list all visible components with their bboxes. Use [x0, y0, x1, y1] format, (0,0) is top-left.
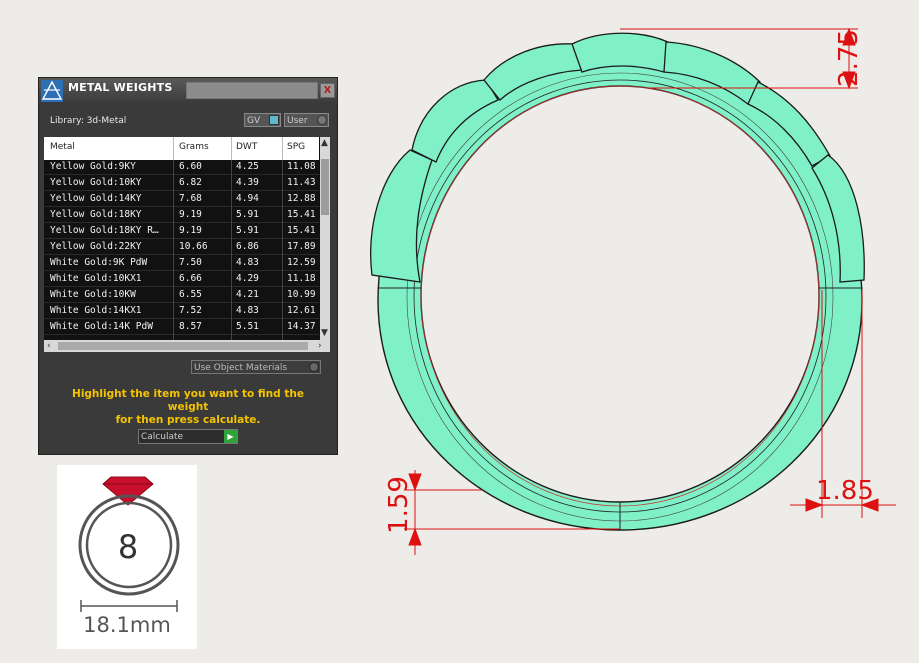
- cell-spg: 12.88: [287, 193, 316, 204]
- cell-dwt: 5.91: [236, 209, 259, 220]
- panel-title: METAL WEIGHTS: [68, 81, 173, 94]
- close-button[interactable]: X: [320, 83, 335, 98]
- cell-metal: Yellow Gold:10KY: [50, 177, 142, 188]
- calculate-field[interactable]: Calculate ▶: [138, 429, 238, 444]
- panel-title-bar[interactable]: METAL WEIGHTS X: [39, 78, 337, 102]
- cell-grams: 6.55: [179, 289, 202, 300]
- cell-spg: 11.43: [287, 177, 316, 188]
- metal-table: Metal Grams DWT SPG Yellow Gold:9KY 6.60 4…: [44, 137, 330, 340]
- table-horizontal-scrollbar[interactable]: ‹ ›: [44, 340, 330, 352]
- cell-dwt: 4.83: [236, 305, 259, 316]
- cell-spg: 14.37: [287, 321, 316, 332]
- cell-spg: 11.08: [287, 161, 316, 172]
- cell-dwt: 4.25: [236, 161, 259, 172]
- cell-dwt: 4.94: [236, 193, 259, 204]
- scroll-left-icon[interactable]: ‹: [47, 340, 51, 352]
- calculate-label: Calculate: [141, 432, 184, 442]
- cell-spg: 15.41: [287, 209, 316, 220]
- ring-size-card: 8 18.1mm: [57, 465, 197, 649]
- scroll-up-icon[interactable]: ▲: [321, 137, 328, 149]
- cell-dwt: 6.86: [236, 241, 259, 252]
- table-row[interactable]: Yellow Gold:9KY 6.60 4.25 11.08: [44, 160, 319, 175]
- instruction-line-2: for then press calculate.: [115, 414, 261, 426]
- cell-dwt: 5.91: [236, 225, 259, 236]
- cell-grams: 7.52: [179, 305, 202, 316]
- cell-metal: Yellow Gold:9KY: [50, 161, 136, 172]
- cell-grams: 7.50: [179, 257, 202, 268]
- gv-toggle[interactable]: GV: [244, 113, 281, 127]
- cell-dwt: 4.21: [236, 289, 259, 300]
- cell-metal: Yellow Gold:18KY R…: [50, 225, 159, 236]
- toggle-on-icon: [269, 115, 279, 125]
- table-row[interactable]: White Gold:14KX1 7.52 4.83 12.61: [44, 304, 319, 319]
- cell-dwt: 4.83: [236, 257, 259, 268]
- cell-metal: White Gold:14KX1: [50, 305, 142, 316]
- cell-grams: 6.82: [179, 177, 202, 188]
- cell-metal: White Gold:14K PdW: [50, 321, 153, 332]
- scroll-down-icon[interactable]: ▼: [321, 327, 328, 339]
- cell-spg: 10.99: [287, 289, 316, 300]
- cell-spg: 17.89: [287, 241, 316, 252]
- calculate-play-icon[interactable]: ▶: [224, 430, 237, 443]
- cell-grams: 8.57: [179, 321, 202, 332]
- toggle-off-icon: [317, 115, 327, 125]
- table-vertical-scrollbar[interactable]: ▲ ▼: [320, 137, 330, 340]
- metal-weights-logo-icon: [41, 80, 63, 102]
- cell-metal: Yellow Gold:22KY: [50, 241, 142, 252]
- table-header: Metal Grams DWT SPG: [44, 137, 319, 160]
- use-object-materials-toggle[interactable]: Use Object Materials: [191, 360, 321, 374]
- cell-grams: 10.66: [179, 241, 208, 252]
- instruction-text: Highlight the item you want to find the …: [53, 388, 323, 427]
- dimension-top-height: 2.75: [834, 29, 864, 87]
- use-object-materials-label: Use Object Materials: [194, 363, 288, 373]
- cell-dwt: 4.29: [236, 273, 259, 284]
- cell-metal: Yellow Gold:18KY: [50, 209, 142, 220]
- instruction-line-1: Highlight the item you want to find the …: [72, 388, 304, 413]
- cell-metal: White Gold:10KX1: [50, 273, 142, 284]
- table-body: Yellow Gold:9KY 6.60 4.25 11.08 Yellow Gold…: [44, 160, 319, 340]
- cell-dwt: 5.51: [236, 321, 259, 332]
- library-label: Library: 3d-Metal: [50, 116, 127, 126]
- cell-grams: 9.19: [179, 225, 202, 236]
- dimension-bottom-height: 1.59: [384, 476, 414, 534]
- table-row[interactable]: Yellow Gold:18KY 9.19 5.91 15.41: [44, 208, 319, 223]
- horizontal-scroll-thumb[interactable]: [58, 342, 308, 350]
- cell-grams: 6.60: [179, 161, 202, 172]
- cell-metal: Yellow Gold:14KY: [50, 193, 142, 204]
- title-drag-area[interactable]: [186, 82, 318, 99]
- cell-dwt: 4.39: [236, 177, 259, 188]
- table-row[interactable]: Yellow Gold:10KY 6.82 4.39 11.43: [44, 176, 319, 191]
- column-header-dwt[interactable]: DWT: [236, 142, 257, 152]
- toggle-off-icon: [309, 362, 319, 372]
- metal-weights-panel: METAL WEIGHTS X Library: 3d-Metal GV Use…: [38, 77, 338, 455]
- cell-spg: 12.61: [287, 305, 316, 316]
- user-toggle[interactable]: User: [284, 113, 329, 127]
- scroll-right-icon[interactable]: ›: [318, 340, 322, 352]
- cell-grams: 9.19: [179, 209, 202, 220]
- cell-grams: 7.68: [179, 193, 202, 204]
- table-row[interactable]: Yellow Gold:18KY R… 9.19 5.91 15.41: [44, 224, 319, 239]
- gv-toggle-label: GV: [247, 116, 261, 126]
- table-row[interactable]: White Gold:10KX1 6.66 4.29 11.18: [44, 272, 319, 287]
- table-row[interactable]: Yellow Gold:14KY 7.68 4.94 12.88: [44, 192, 319, 207]
- table-row[interactable]: White Gold:10KW 6.55 4.21 10.99: [44, 288, 319, 303]
- column-header-spg[interactable]: SPG: [287, 142, 305, 152]
- cell-metal: White Gold:10KW: [50, 289, 136, 300]
- cell-spg: 11.18: [287, 273, 316, 284]
- user-toggle-label: User: [287, 116, 308, 126]
- ring-diameter-label: 18.1mm: [83, 613, 171, 637]
- dimension-band-width: 1.85: [816, 476, 874, 506]
- ring-size-number: 8: [117, 528, 139, 566]
- table-row[interactable]: White Gold:9K PdW 7.50 4.83 12.59: [44, 256, 319, 271]
- table-row[interactable]: Yellow Gold:22KY 10.66 6.86 17.89: [44, 240, 319, 255]
- column-header-metal[interactable]: Metal: [50, 142, 75, 152]
- cell-spg: 12.59: [287, 257, 316, 268]
- table-row[interactable]: White Gold:14K PdW 8.57 5.51 14.37: [44, 320, 319, 335]
- cell-grams: 6.66: [179, 273, 202, 284]
- vertical-scroll-thumb[interactable]: [321, 159, 329, 215]
- cell-spg: 15.41: [287, 225, 316, 236]
- cell-metal: White Gold:9K PdW: [50, 257, 148, 268]
- column-header-grams[interactable]: Grams: [179, 142, 209, 152]
